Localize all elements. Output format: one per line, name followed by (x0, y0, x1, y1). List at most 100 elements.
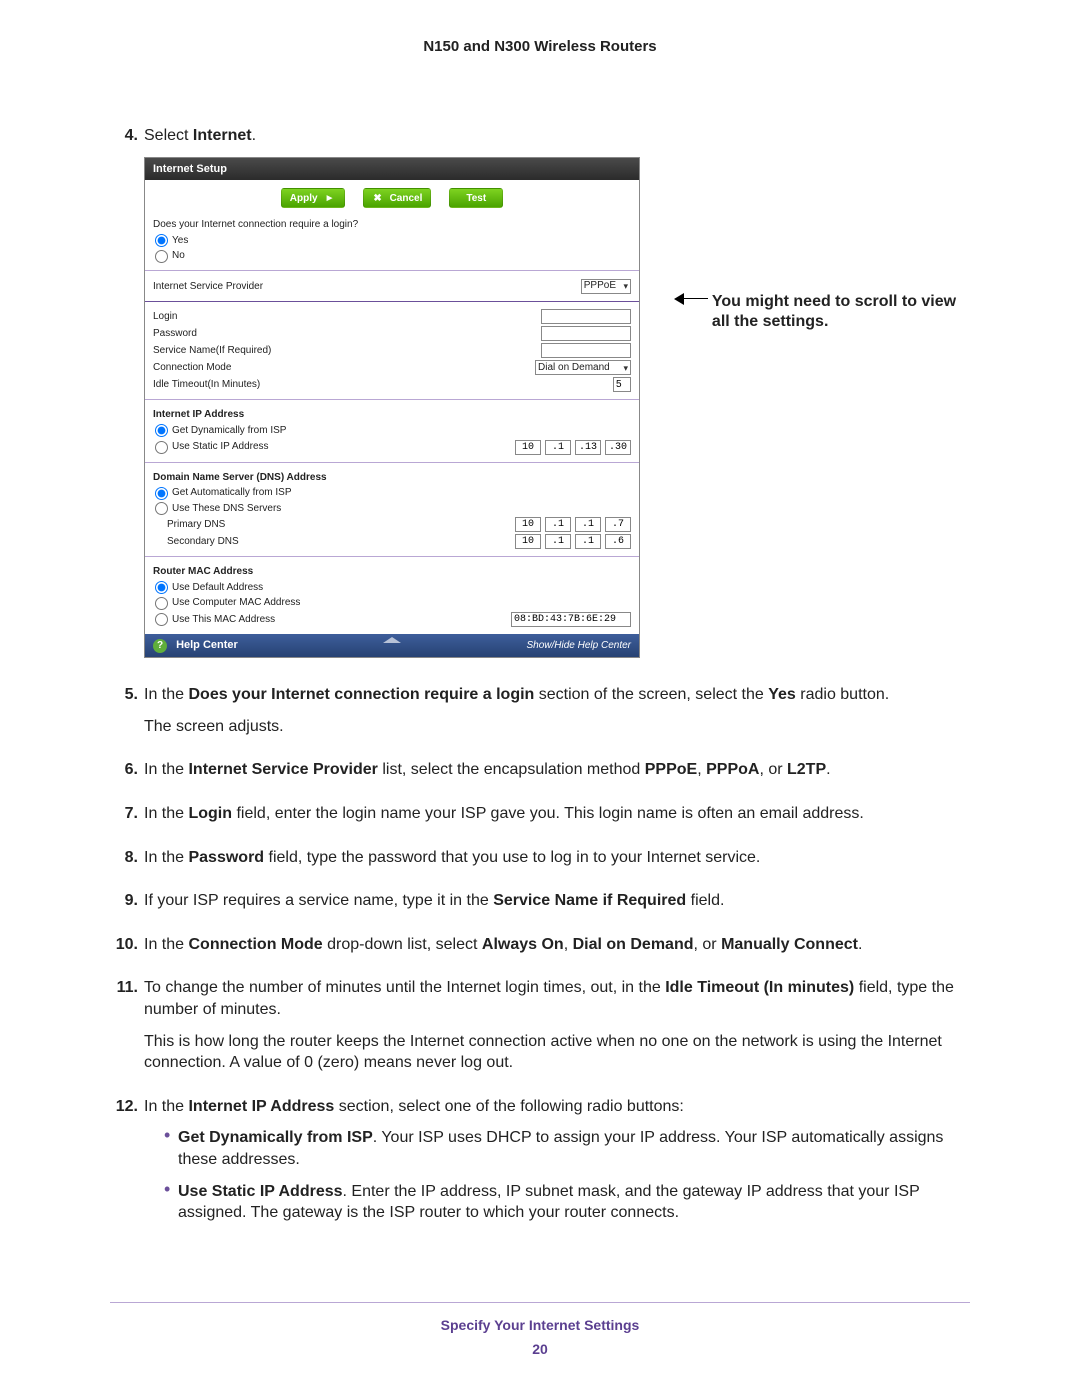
password-input[interactable] (541, 326, 631, 341)
doc-title: N150 and N300 Wireless Routers (110, 38, 970, 55)
radio-mac-this[interactable]: Use This MAC Address (153, 612, 511, 628)
radio-ip-static[interactable]: Use Static IP Address (153, 439, 515, 455)
radio-mac-computer[interactable]: Use Computer MAC Address (153, 595, 631, 611)
text-bold: PPPoA (706, 761, 759, 778)
step-8: 8. In the Password field, type the passw… (110, 847, 970, 879)
screenshot-wrap: Internet Setup Apply ► ✖ Cancel (144, 157, 970, 659)
text: , or (759, 761, 787, 778)
step-12: 12. In the Internet IP Address section, … (110, 1096, 970, 1234)
text-bold: PPPoE (645, 761, 697, 778)
radio-input[interactable] (155, 441, 168, 454)
step-number: 10. (110, 934, 144, 966)
radio-input[interactable] (155, 487, 168, 500)
text: section, select one of the following rad… (334, 1098, 684, 1115)
page: N150 and N300 Wireless Routers 4. Select… (0, 0, 1080, 1397)
text-bold: Get Dynamically from ISP (178, 1129, 373, 1146)
question-login: Does your Internet connection require a … (153, 216, 631, 233)
text-bold: Internet IP Address (188, 1098, 334, 1115)
ip-octet[interactable] (575, 440, 601, 455)
isp-label: Internet Service Provider (153, 278, 581, 295)
radio-input[interactable] (155, 613, 168, 626)
secondary-dns-label: Secondary DNS (167, 535, 515, 549)
text: field, enter the login name your ISP gav… (232, 805, 864, 822)
text: , (564, 936, 573, 953)
login-label: Login (153, 310, 541, 324)
radio-mac-default[interactable]: Use Default Address (153, 580, 631, 596)
connection-mode-select[interactable]: Dial on Demand (535, 360, 631, 375)
idle-timeout-label: Idle Timeout(In Minutes) (153, 378, 613, 392)
radio-no-input[interactable] (155, 250, 168, 263)
text: drop-down list, select (323, 936, 482, 953)
radio-input[interactable] (155, 424, 168, 437)
apply-button[interactable]: Apply ► (281, 188, 345, 208)
radio-label: Get Automatically from ISP (172, 486, 292, 500)
step-5: 5. In the Does your Internet connection … (110, 684, 970, 747)
ip-octet[interactable] (545, 440, 571, 455)
help-toggle-label[interactable]: Show/Hide Help Center (527, 639, 632, 653)
ip-octet[interactable] (515, 440, 541, 455)
step-number: 12. (110, 1096, 144, 1234)
ip-octet[interactable] (515, 517, 541, 532)
text: field. (686, 892, 724, 909)
text-bold: Login (188, 805, 232, 822)
text-bold: Service Name if Required (493, 892, 686, 909)
dns-header: Domain Name Server (DNS) Address (153, 469, 631, 486)
step-6: 6. In the Internet Service Provider list… (110, 759, 970, 791)
step-number: 11. (110, 977, 144, 1083)
radio-yes-input[interactable] (155, 234, 168, 247)
ip-octet[interactable] (605, 440, 631, 455)
step-7: 7. In the Login field, enter the login n… (110, 803, 970, 835)
step-number: 8. (110, 847, 144, 879)
text: . (826, 761, 830, 778)
text-bold: L2TP (787, 761, 826, 778)
text: field, type the password that you use to… (264, 849, 760, 866)
radio-dns-manual[interactable]: Use These DNS Servers (153, 501, 631, 517)
ip-octet[interactable] (515, 534, 541, 549)
mac-address-input[interactable] (511, 612, 631, 627)
connection-mode-label: Connection Mode (153, 361, 535, 375)
button-label: Test (466, 192, 486, 206)
step-10: 10. In the Connection Mode drop-down lis… (110, 934, 970, 966)
ip-octet[interactable] (545, 517, 571, 532)
radio-no[interactable]: No (153, 248, 631, 264)
radio-yes[interactable]: Yes (153, 233, 631, 249)
radio-input[interactable] (155, 502, 168, 515)
radio-label: Get Dynamically from ISP (172, 424, 286, 438)
radio-input[interactable] (155, 581, 168, 594)
primary-dns-label: Primary DNS (167, 518, 515, 532)
text-bold: Password (188, 849, 264, 866)
ip-octet[interactable] (605, 517, 631, 532)
idle-timeout-input[interactable] (613, 377, 631, 392)
login-input[interactable] (541, 309, 631, 324)
ip-header: Internet IP Address (153, 406, 631, 423)
static-ip-fields (515, 440, 631, 455)
text: The screen adjusts. (144, 716, 970, 738)
radio-label: Use Static IP Address (172, 440, 269, 454)
step-11: 11. To change the number of minutes unti… (110, 977, 970, 1083)
service-name-input[interactable] (541, 343, 631, 358)
footer-section: Specify Your Internet Settings (0, 1317, 1080, 1333)
ip-octet[interactable] (545, 534, 571, 549)
ip-octet[interactable] (575, 517, 601, 532)
radio-dns-auto[interactable]: Get Automatically from ISP (153, 485, 631, 501)
step-number: 4. (110, 125, 144, 672)
chevron-up-icon (383, 637, 401, 643)
text-bold: Always On (482, 936, 564, 953)
test-button[interactable]: Test (449, 188, 503, 208)
mac-header: Router MAC Address (153, 563, 631, 580)
text-bold: Dial on Demand (573, 936, 694, 953)
help-center-bar[interactable]: ? Help Center Show/Hide Help Center (145, 634, 639, 657)
content: 4. Select Internet. Internet Setup Apply (110, 125, 970, 1234)
isp-select[interactable]: PPPoE (581, 279, 631, 294)
radio-label: No (172, 249, 185, 263)
radio-ip-dynamic[interactable]: Get Dynamically from ISP (153, 423, 631, 439)
radio-input[interactable] (155, 597, 168, 610)
ip-octet[interactable] (605, 534, 631, 549)
text-bold: Internet Service Provider (188, 761, 377, 778)
ip-octet[interactable] (575, 534, 601, 549)
button-label: Apply (290, 192, 318, 206)
callout-text: You might need to scroll to view all the… (712, 292, 970, 334)
text-bold: Yes (768, 686, 796, 703)
cancel-button[interactable]: ✖ Cancel (363, 188, 432, 208)
text: In the (144, 936, 188, 953)
